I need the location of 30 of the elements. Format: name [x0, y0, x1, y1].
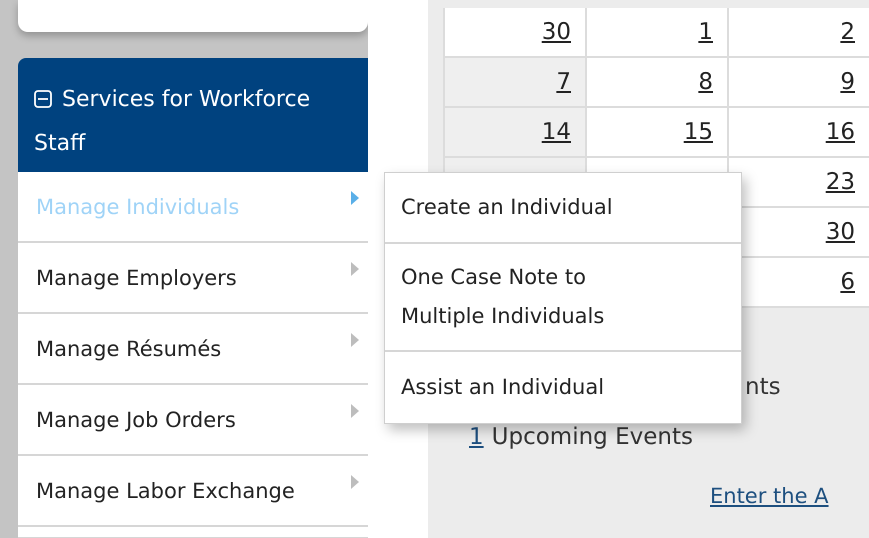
day-link[interactable]: 1: [698, 19, 713, 45]
day-link[interactable]: 2: [840, 19, 855, 45]
day-link[interactable]: 15: [684, 119, 713, 145]
event-count-link[interactable]: 1: [469, 424, 484, 450]
menu-item[interactable]: Manage Labor Exchange: [18, 456, 368, 527]
caret-icon: [350, 332, 360, 348]
submenu-item[interactable]: Assist an Individual: [385, 352, 741, 423]
submenu-item[interactable]: One Case Note to Multiple Individuals: [385, 244, 741, 352]
day-link[interactable]: 23: [826, 169, 855, 195]
menu-item[interactable]: Manage Job Orders: [18, 385, 368, 456]
day-link[interactable]: 8: [698, 69, 713, 95]
upcoming-events-text: Upcoming Events: [492, 424, 693, 450]
enter-link[interactable]: Enter the A: [710, 484, 829, 508]
collapse-icon: [34, 90, 52, 108]
day-link[interactable]: 16: [826, 119, 855, 145]
day-link[interactable]: 14: [542, 119, 571, 145]
day-link[interactable]: 30: [542, 19, 571, 45]
caret-icon: [350, 474, 360, 490]
caret-icon: [350, 403, 360, 419]
day-link[interactable]: 9: [840, 69, 855, 95]
menu-item[interactable]: Manage Résumés: [18, 314, 368, 385]
caret-icon: [350, 261, 360, 277]
past-events-text: nts: [745, 374, 782, 400]
submenu-item[interactable]: Create an Individual: [385, 173, 741, 244]
section-header[interactable]: Services for Workforce Staff: [18, 58, 368, 172]
day-link[interactable]: 30: [826, 219, 855, 245]
day-link[interactable]: 7: [556, 69, 571, 95]
day-link[interactable]: 6: [840, 269, 855, 295]
menu-item[interactable]: Manage Employers: [18, 243, 368, 314]
caret-icon: [350, 190, 360, 206]
